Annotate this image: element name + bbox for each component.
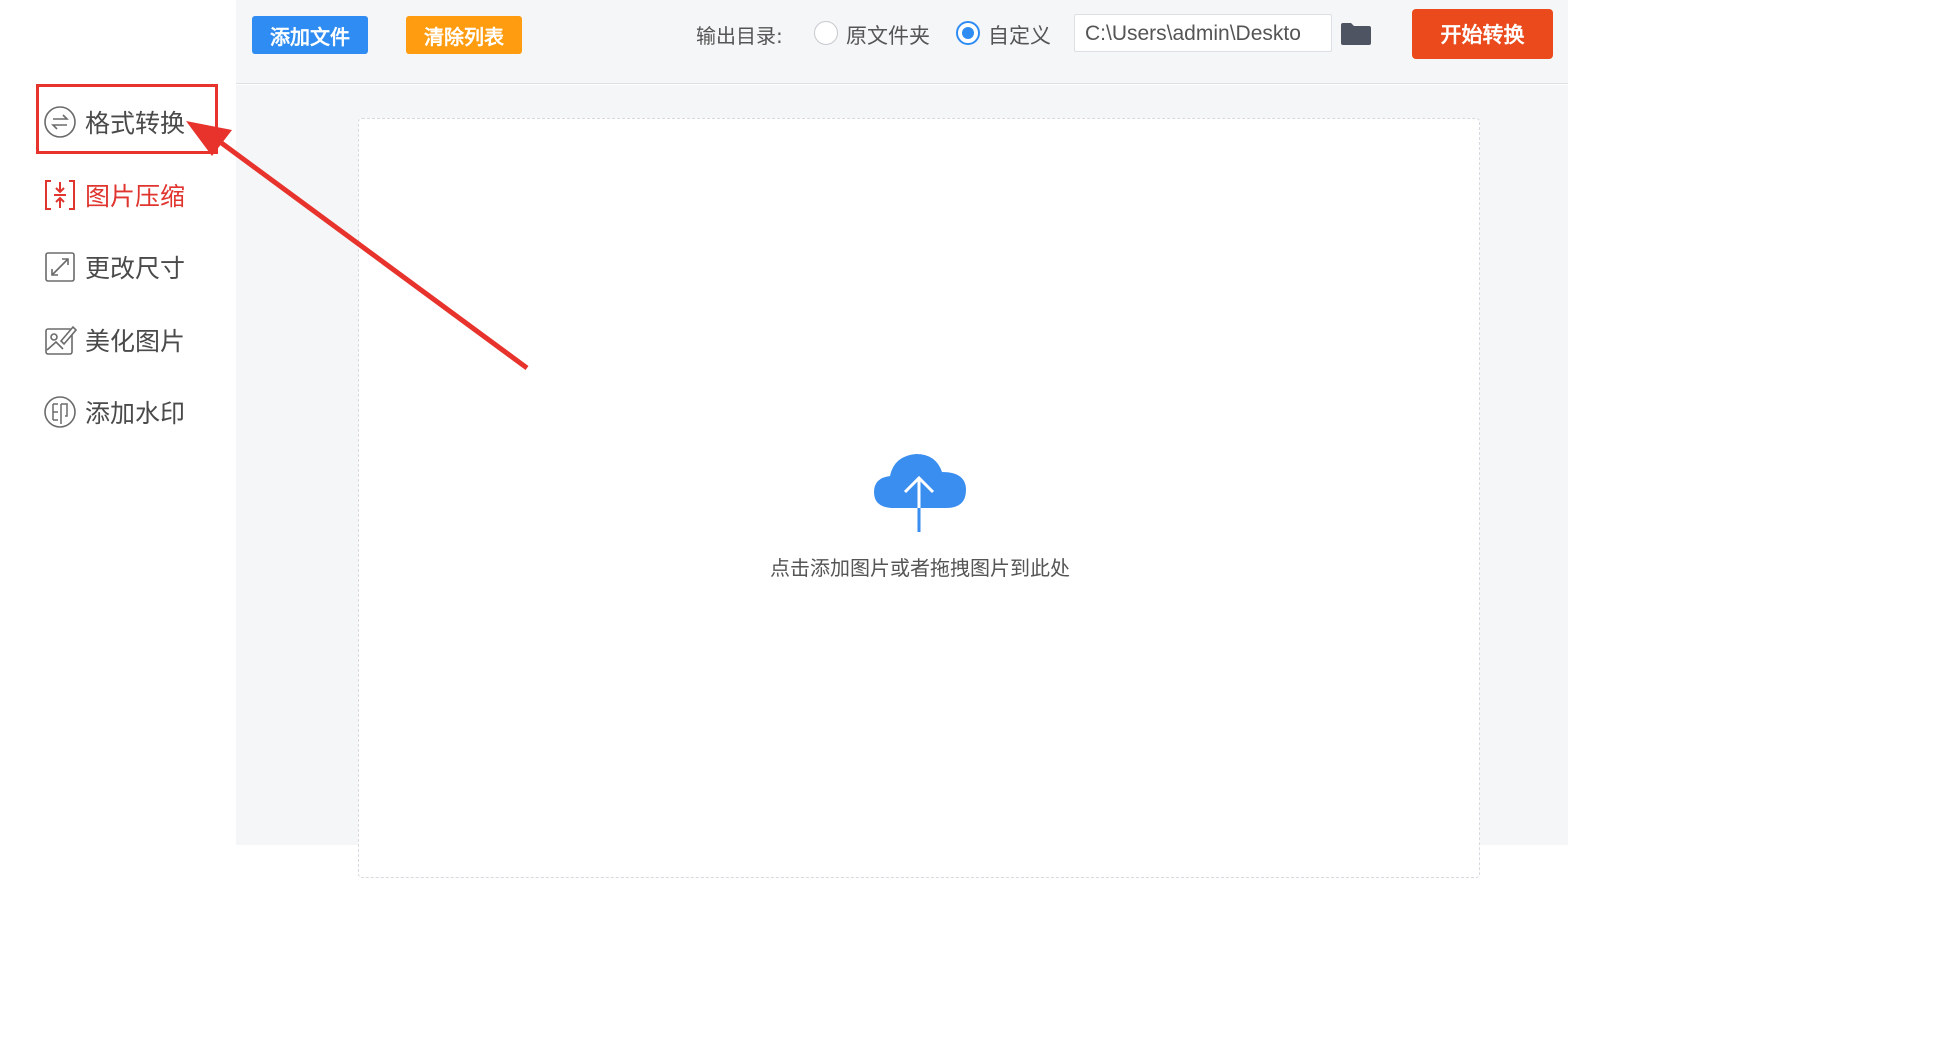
start-convert-button[interactable]: 开始转换 <box>1412 9 1553 59</box>
radio-source-folder-label[interactable]: 原文件夹 <box>846 20 930 50</box>
radio-custom-folder-label[interactable]: 自定义 <box>988 20 1051 50</box>
sidebar-item-label: 添加水印 <box>85 399 186 428</box>
resize-icon <box>43 250 77 284</box>
drop-zone-hint: 点击添加图片或者拖拽图片到此处 <box>770 556 1070 580</box>
compress-icon <box>43 178 77 212</box>
file-drop-zone[interactable]: 点击添加图片或者拖拽图片到此处 <box>358 118 1480 878</box>
toolbar: 添加文件 清除列表 输出目录: 原文件夹 自定义 C:\Users\admin\… <box>236 0 1568 84</box>
sidebar-item-resize[interactable]: 更改尺寸 <box>43 250 185 284</box>
app-window: 格式转换 图片压缩 更改尺寸 美化图片 添加水印 添加文件 清除列表 输出目录:… <box>0 0 1568 878</box>
sidebar: 格式转换 图片压缩 更改尺寸 美化图片 添加水印 <box>0 0 236 845</box>
output-dir-label: 输出目录: <box>696 24 783 48</box>
sidebar-item-compress[interactable]: 图片压缩 <box>43 178 185 212</box>
sidebar-item-label: 美化图片 <box>85 327 186 356</box>
sidebar-item-label: 更改尺寸 <box>85 254 186 283</box>
folder-icon[interactable] <box>1340 22 1372 46</box>
cloud-upload-icon <box>872 452 968 534</box>
sidebar-item-beautify[interactable]: 美化图片 <box>43 323 185 357</box>
radio-custom-folder[interactable] <box>956 21 980 45</box>
sidebar-item-label: 图片压缩 <box>85 182 186 211</box>
add-files-button[interactable]: 添加文件 <box>252 16 368 54</box>
sidebar-item-watermark[interactable]: 添加水印 <box>43 395 185 429</box>
beautify-icon <box>43 323 77 357</box>
watermark-icon <box>43 395 77 429</box>
radio-source-folder[interactable] <box>814 21 838 45</box>
main-area: 点击添加图片或者拖拽图片到此处 <box>236 85 1568 878</box>
annotation-highlight-box <box>36 84 218 154</box>
output-path-input[interactable]: C:\Users\admin\Deskto <box>1074 14 1332 52</box>
clear-list-button[interactable]: 清除列表 <box>406 16 522 54</box>
